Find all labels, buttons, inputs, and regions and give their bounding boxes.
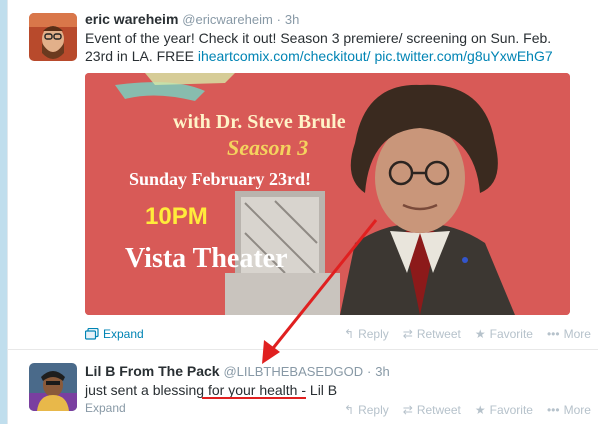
more-icon: ••• <box>546 327 560 341</box>
media-time-line: 10PM <box>145 203 208 230</box>
reply-label: Reply <box>358 327 389 341</box>
tweet-text-highlight: for your health <box>207 382 298 398</box>
retweet-icon: ⇄ <box>402 403 413 417</box>
tweet-header: eric wareheim @ericwareheim · 3h <box>85 11 299 27</box>
reply-icon: ↰ <box>344 403 355 417</box>
retweet-button[interactable]: ⇄ Retweet <box>403 327 461 341</box>
reply-button[interactable]: ↰ Reply <box>344 403 389 417</box>
timestamp[interactable]: 3h <box>285 12 299 27</box>
time-separator: · <box>276 12 282 27</box>
expand-photo-icon <box>85 328 99 340</box>
favorite-button[interactable]: ★ Favorite <box>475 403 533 417</box>
fullname[interactable]: Lil B From The Pack <box>85 363 220 379</box>
expand-button[interactable]: Expand <box>85 327 144 341</box>
fullname[interactable]: eric wareheim <box>85 11 178 27</box>
timeline-stream: eric wareheim @ericwareheim · 3h Event o… <box>7 0 598 424</box>
expand-label: Expand <box>103 327 144 341</box>
favorite-icon: ★ <box>474 403 486 417</box>
timestamp[interactable]: 3h <box>375 364 389 379</box>
more-label: More <box>563 327 591 341</box>
tweet-item[interactable]: eric wareheim @ericwareheim · 3h Event o… <box>8 0 598 350</box>
photo-artwork <box>85 73 570 315</box>
favorite-icon: ★ <box>474 327 486 341</box>
tweet-text-before: just sent a blessing <box>85 382 208 398</box>
expand-button[interactable]: Expand <box>85 401 126 415</box>
avatar[interactable] <box>29 13 77 61</box>
media-season-line: Season 3 <box>227 135 309 160</box>
retweet-icon: ⇄ <box>402 327 413 341</box>
tweet-actions: ↰ Reply ⇄ Retweet ★ Favorite ••• More <box>344 403 591 417</box>
media-photo[interactable]: with Dr. Steve Brule Season 3 Sunday Feb… <box>85 73 570 315</box>
tweet-link[interactable]: iheartcomix.com/checkitout/ <box>198 48 371 64</box>
more-icon: ••• <box>546 403 560 417</box>
more-button[interactable]: ••• More <box>547 327 591 341</box>
retweet-label: Retweet <box>416 403 461 417</box>
media-link[interactable]: pic.twitter.com/g8uYxwEhG7 <box>374 48 552 64</box>
favorite-label: Favorite <box>489 327 533 341</box>
tweet-header: Lil B From The Pack @LILBTHEBASEDGOD · 3… <box>85 363 390 379</box>
reply-label: Reply <box>358 403 389 417</box>
tweet-text: Event of the year! Check it out! Season … <box>85 29 575 65</box>
retweet-button[interactable]: ⇄ Retweet <box>403 403 461 417</box>
tweet-text-after: - Lil B <box>297 382 338 398</box>
more-label: More <box>563 403 591 417</box>
avatar[interactable] <box>29 363 77 411</box>
username[interactable]: @LILBTHEBASEDGOD <box>223 364 363 379</box>
media-with-line: with Dr. Steve Brule <box>173 111 346 133</box>
tweet-item[interactable]: Lil B From The Pack @LILBTHEBASEDGOD · 3… <box>8 351 598 424</box>
tweet-actions: ↰ Reply ⇄ Retweet ★ Favorite ••• More <box>344 327 591 341</box>
media-venue-line: Vista Theater <box>125 243 288 274</box>
username[interactable]: @ericwareheim <box>182 12 273 27</box>
retweet-label: Retweet <box>416 327 461 341</box>
favorite-label: Favorite <box>489 403 533 417</box>
media-date-line: Sunday February 23rd! <box>129 169 312 189</box>
time-separator: · <box>367 364 372 379</box>
favorite-button[interactable]: ★ Favorite <box>475 327 533 341</box>
reply-icon: ↰ <box>344 327 355 341</box>
tweet-text: just sent a blessing for your health - L… <box>85 381 575 399</box>
annotation-underline <box>202 397 306 399</box>
more-button[interactable]: ••• More <box>547 403 591 417</box>
reply-button[interactable]: ↰ Reply <box>344 327 389 341</box>
expand-label: Expand <box>85 401 126 415</box>
